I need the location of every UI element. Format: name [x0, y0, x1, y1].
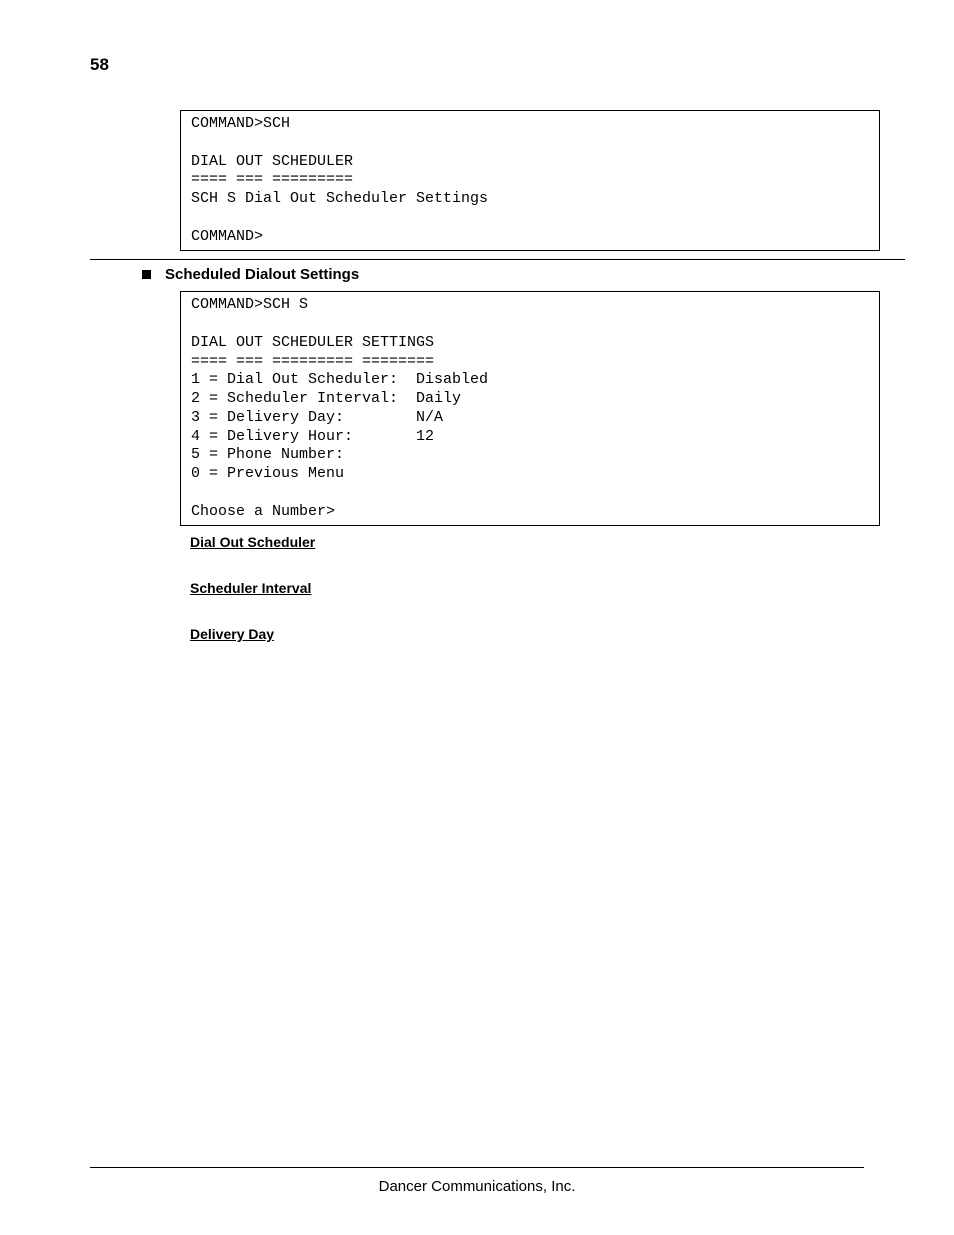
- page-footer: Dancer Communications, Inc.: [90, 1167, 864, 1195]
- footer-text: Dancer Communications, Inc.: [90, 1178, 864, 1195]
- subheading-scheduler-interval: Scheduler Interval: [190, 580, 864, 596]
- subheading-dial-out-scheduler: Dial Out Scheduler: [190, 534, 864, 550]
- section-heading-text: Scheduled Dialout Settings: [165, 266, 359, 283]
- section-heading: Scheduled Dialout Settings: [140, 266, 864, 283]
- terminal-output-2: COMMAND>SCH S DIAL OUT SCHEDULER SETTING…: [180, 291, 880, 526]
- footer-divider: [90, 1167, 864, 1168]
- subheading-delivery-day: Delivery Day: [190, 626, 864, 642]
- square-bullet-icon: [142, 270, 151, 279]
- section-divider: [90, 259, 905, 260]
- page-number: 58: [90, 55, 109, 75]
- terminal-output-1: COMMAND>SCH DIAL OUT SCHEDULER ==== === …: [180, 110, 880, 251]
- page-content: COMMAND>SCH DIAL OUT SCHEDULER ==== === …: [140, 110, 864, 642]
